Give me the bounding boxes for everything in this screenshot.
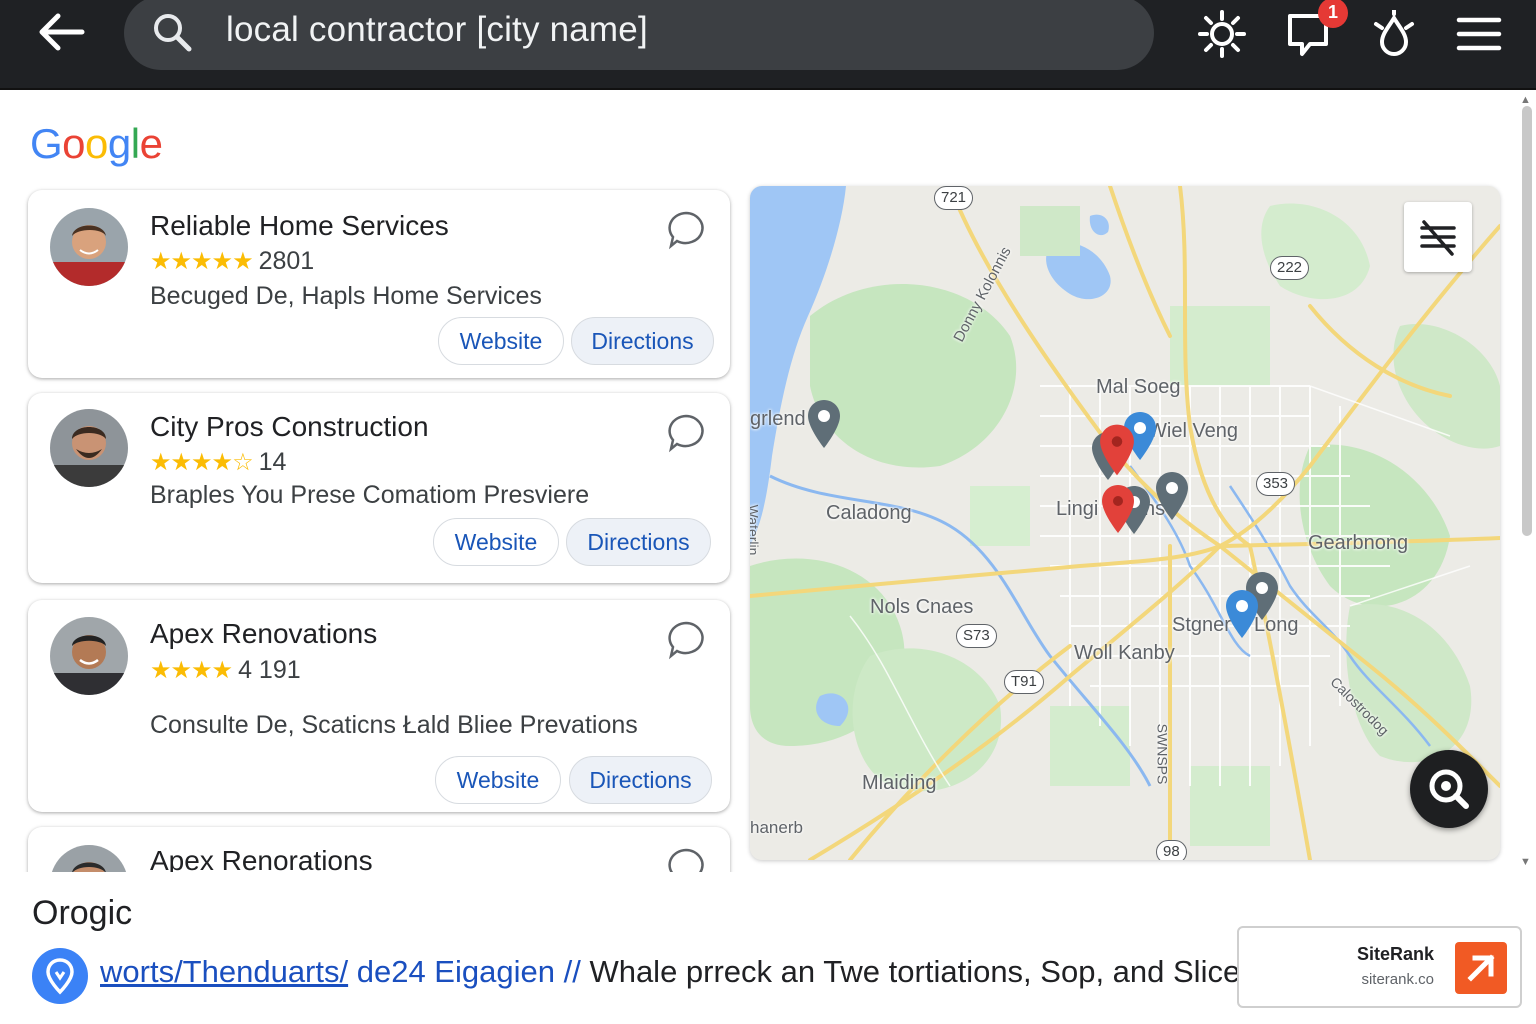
avatar xyxy=(50,617,128,695)
map-label: Caladong xyxy=(826,502,912,524)
map-panel[interactable]: Mal Soeg Wiel Veng grlend Caladong Lingi… xyxy=(750,186,1500,860)
top-bar: local contractor [city name] 1 xyxy=(0,0,1536,90)
chat-bubble-icon[interactable] xyxy=(666,413,706,453)
listing-rating: ★★★★ 4 191 xyxy=(150,656,301,685)
scrollbar-thumb[interactable] xyxy=(1522,106,1532,536)
scroll-down-arrow-icon[interactable]: ▼ xyxy=(1520,856,1531,868)
logo-letter: g xyxy=(107,120,131,167)
location-pin-icon xyxy=(46,958,74,995)
drop-alert-icon[interactable] xyxy=(1370,10,1418,58)
avatar xyxy=(50,208,128,286)
map-label: hanerb xyxy=(750,818,803,837)
star-rating-icon: ★★★★☆ xyxy=(150,449,254,476)
local-listing-card[interactable]: Apex Renovations ★★★★ 4 191 Consulte De, … xyxy=(28,600,730,812)
filter-off-icon xyxy=(1420,220,1456,256)
map-label: Wiel Veng xyxy=(1148,420,1239,442)
directions-button[interactable]: Directions xyxy=(569,756,712,804)
map-label: Mal Soeg xyxy=(1096,376,1181,398)
local-listing-card[interactable]: Reliable Home Services ★★★★★ 2801 Becuged… xyxy=(28,190,730,378)
star-rating-icon: ★★★★★ xyxy=(150,248,254,275)
route-shield: 98 xyxy=(1156,840,1187,860)
directions-button[interactable]: Directions xyxy=(571,317,714,365)
website-button[interactable]: Website xyxy=(433,518,559,566)
logo-letter: o xyxy=(85,120,108,167)
website-button[interactable]: Website xyxy=(438,317,564,365)
scroll-up-arrow-icon[interactable]: ▲ xyxy=(1520,94,1531,106)
logo-letter: o xyxy=(62,120,86,167)
map-pin-icon[interactable] xyxy=(1154,470,1190,522)
map-label: SWNSPS xyxy=(1154,723,1171,785)
logo-letter: l xyxy=(130,120,140,167)
review-count: 14 xyxy=(258,448,287,476)
logo-letter: e xyxy=(139,120,163,167)
map-label: Stgner xyxy=(1172,614,1231,636)
map-label: Gearbnong xyxy=(1308,532,1409,554)
listing-name[interactable]: Apex Renovations xyxy=(150,618,377,650)
review-count: 4 191 xyxy=(238,656,301,684)
listing-rating: ★★★★☆ 14 xyxy=(150,448,286,477)
map-pin-red-icon[interactable] xyxy=(1100,482,1136,536)
site-favicon xyxy=(32,948,88,1004)
map-filter-button[interactable] xyxy=(1404,202,1472,272)
route-shield: T91 xyxy=(1004,670,1044,694)
notification-badge: 1 xyxy=(1318,0,1348,28)
directions-button[interactable]: Directions xyxy=(566,518,711,566)
map-pin-red-icon[interactable] xyxy=(1098,422,1136,478)
listing-name[interactable]: Reliable Home Services xyxy=(150,210,449,242)
organic-section-title: Orogic xyxy=(32,894,133,932)
arrow-up-right-icon xyxy=(1467,954,1495,982)
map-pin-icon[interactable] xyxy=(806,398,842,450)
star-rating-icon: ★★★★ xyxy=(150,657,233,684)
listing-description: Braples You Prese Comatiom Presviere xyxy=(150,481,590,509)
organic-result-link[interactable]: worts/Thenduarts/ xyxy=(100,954,348,989)
review-count: 2801 xyxy=(258,247,315,275)
map-label: Nols Cnaes xyxy=(870,596,974,618)
listing-description: Consulte De, Scaticns Łald Bliee Prevati… xyxy=(150,711,638,739)
siterank-name: SiteRank xyxy=(1356,944,1434,964)
map-label: Mlaiding xyxy=(862,772,937,794)
search-bar[interactable]: local contractor [city name] xyxy=(124,0,1154,70)
zoom-search-icon xyxy=(1429,769,1469,809)
siterank-watermark: SiteRank siterank.co xyxy=(1237,926,1522,1008)
listing-name[interactable]: City Pros Construction xyxy=(150,411,429,443)
listing-rating: ★★★★★ 2801 xyxy=(150,247,314,276)
local-listing-card[interactable]: City Pros Construction ★★★★☆ 14 Braples Y… xyxy=(28,393,730,583)
map-label: Woll Kanby xyxy=(1074,642,1175,664)
search-query-text[interactable]: local contractor [city name] xyxy=(226,10,648,50)
map-label: Lingi xyxy=(1056,498,1099,520)
search-icon xyxy=(154,14,192,52)
map-pin-icon[interactable] xyxy=(1224,588,1260,640)
siterank-url: siterank.co xyxy=(1361,971,1434,988)
menu-icon[interactable] xyxy=(1455,10,1503,58)
route-shield: 721 xyxy=(934,186,974,210)
chat-bubble-icon[interactable] xyxy=(666,210,706,250)
website-button[interactable]: Website xyxy=(435,756,561,804)
chat-bubble-icon[interactable] xyxy=(666,620,706,660)
organic-result: worts/Thenduarts/ de24 Eigagien // Whale… xyxy=(100,954,1240,990)
listing-description: Becuged De, Hapls Home Services xyxy=(150,282,542,310)
route-shield: 222 xyxy=(1270,256,1310,280)
back-arrow-icon[interactable] xyxy=(34,10,86,54)
organic-result-path[interactable]: de24 Eigagien // xyxy=(357,954,581,989)
organic-result-snippet: Whale prreck an Twe tortiations, Sop, an… xyxy=(589,954,1240,989)
map-search-button[interactable] xyxy=(1410,750,1488,828)
logo-letter: G xyxy=(30,120,63,167)
map-label: grlend xyxy=(750,408,806,430)
siterank-logo xyxy=(1455,942,1507,994)
route-shield: S73 xyxy=(956,624,997,648)
google-logo: Google xyxy=(30,120,163,168)
route-shield: 353 xyxy=(1256,472,1296,496)
sun-settings-icon[interactable] xyxy=(1198,10,1246,58)
avatar xyxy=(50,409,128,487)
map-label: Waterlin xyxy=(750,504,762,556)
